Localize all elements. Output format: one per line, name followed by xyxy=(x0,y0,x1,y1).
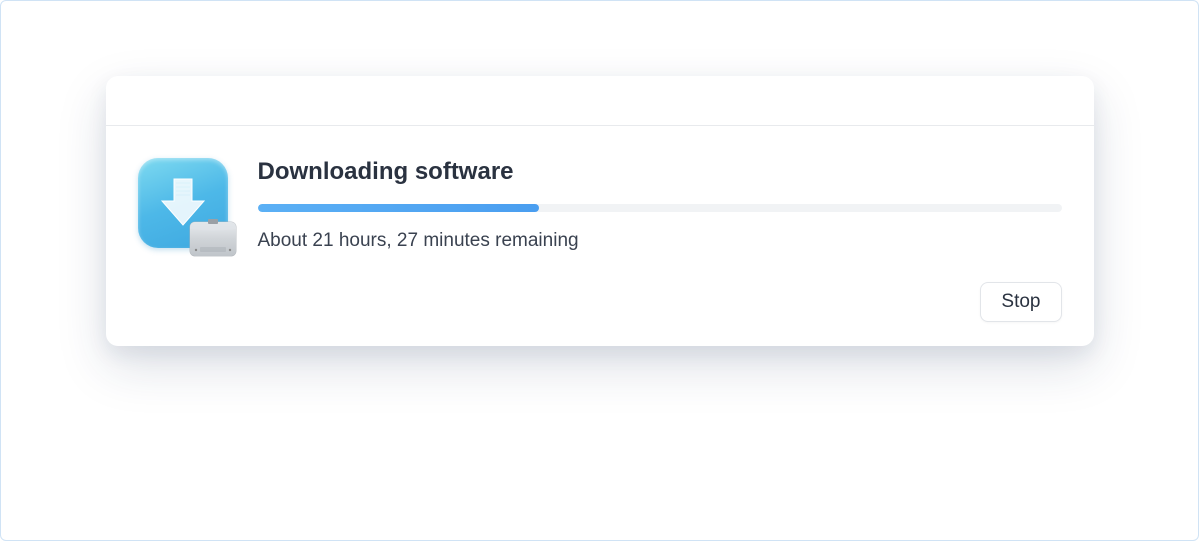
stop-button[interactable]: Stop xyxy=(980,282,1061,322)
dialog-title: Downloading software xyxy=(258,158,1062,186)
status-text: About 21 hours, 27 minutes remaining xyxy=(258,230,1062,252)
dialog-body: Downloading software About 21 hours, 27 … xyxy=(106,126,1094,274)
download-app-icon xyxy=(138,158,234,254)
dialog-footer: Stop xyxy=(106,274,1094,346)
dialog-titlebar xyxy=(106,76,1094,126)
download-dialog: Downloading software About 21 hours, 27 … xyxy=(106,76,1094,346)
progress-fill xyxy=(258,204,539,212)
progress-bar xyxy=(258,204,1062,212)
hard-disk-icon xyxy=(186,216,240,260)
dialog-content: Downloading software About 21 hours, 27 … xyxy=(258,154,1062,252)
